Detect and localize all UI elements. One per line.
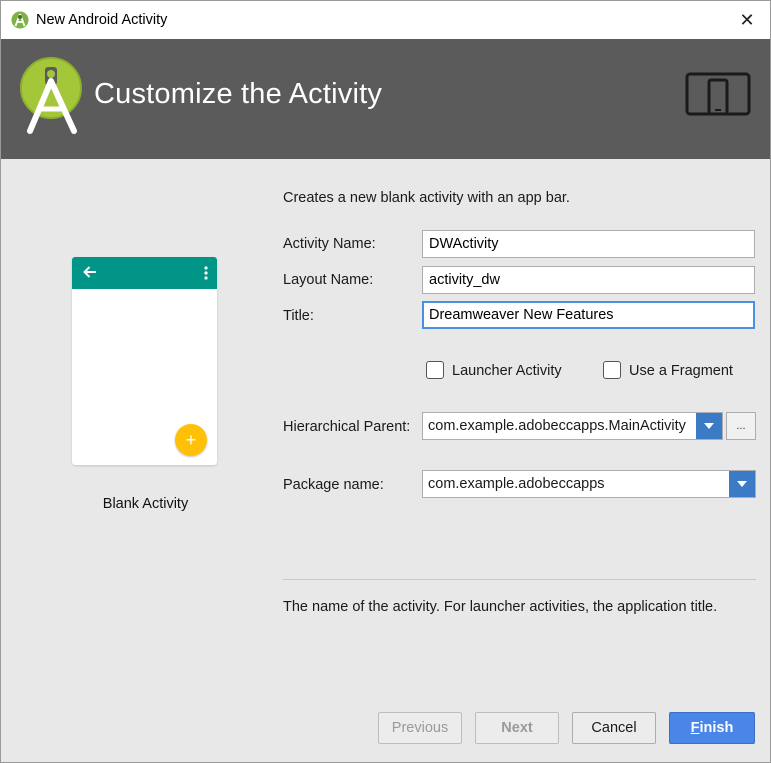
close-button[interactable]: ✕ <box>724 1 770 39</box>
template-description: Creates a new blank activity with an app… <box>283 190 570 206</box>
hierarchical-parent-select[interactable]: com.example.adobeccapps.MainActivity <box>422 412 723 440</box>
field-help-text: The name of the activity. For launcher a… <box>283 599 718 615</box>
activity-name-input[interactable]: DWActivity <box>422 230 755 258</box>
chevron-down-icon <box>704 423 714 429</box>
dropdown-button[interactable] <box>696 413 722 439</box>
next-button[interactable]: Next <box>475 712 559 744</box>
preview-app-bar <box>72 257 217 289</box>
chevron-down-icon <box>737 481 747 487</box>
divider <box>283 579 756 580</box>
hierarchical-parent-value: com.example.adobeccapps.MainActivity <box>428 418 686 434</box>
android-studio-icon <box>11 11 29 29</box>
device-form-factor-icon <box>685 72 751 116</box>
launcher-activity-checkbox[interactable] <box>426 361 444 379</box>
android-studio-logo <box>20 57 82 134</box>
window-title: New Android Activity <box>36 12 168 28</box>
launcher-activity-label[interactable]: Launcher Activity <box>452 363 562 379</box>
page-heading: Customize the Activity <box>94 78 383 110</box>
new-android-activity-dialog: New Android Activity ✕ Customize the Act… <box>0 0 771 763</box>
package-name-select[interactable]: com.example.adobeccapps <box>422 470 756 498</box>
title-input[interactable]: Dreamweaver New Features <box>422 301 755 329</box>
template-label: Blank Activity <box>102 496 189 512</box>
more-vert-icon <box>204 266 208 280</box>
dropdown-button[interactable] <box>729 471 755 497</box>
finish-label: inish <box>699 720 734 736</box>
fab-add-icon: + <box>175 424 207 456</box>
layout-name-input[interactable]: activity_dw <box>422 266 755 294</box>
activity-preview: + <box>72 257 217 465</box>
previous-button[interactable]: Previous <box>378 712 462 744</box>
finish-mnemonic: F <box>690 720 700 736</box>
close-icon: ✕ <box>739 9 755 30</box>
finish-button[interactable]: Finish <box>669 712 755 744</box>
package-name-value: com.example.adobeccapps <box>428 476 605 492</box>
header-banner: Customize the Activity <box>1 39 770 159</box>
arrow-back-icon <box>83 266 96 278</box>
hierarchical-parent-label: Hierarchical Parent: <box>283 419 411 435</box>
browse-parent-button[interactable]: ... <box>726 412 756 440</box>
package-name-label: Package name: <box>283 477 384 493</box>
use-fragment-label[interactable]: Use a Fragment <box>629 363 733 379</box>
activity-name-label: Activity Name: <box>283 236 376 252</box>
cancel-button[interactable]: Cancel <box>572 712 656 744</box>
title-label: Title: <box>283 308 314 324</box>
layout-name-label: Layout Name: <box>283 272 374 288</box>
title-bar: New Android Activity ✕ <box>1 1 770 39</box>
use-fragment-checkbox[interactable] <box>603 361 621 379</box>
